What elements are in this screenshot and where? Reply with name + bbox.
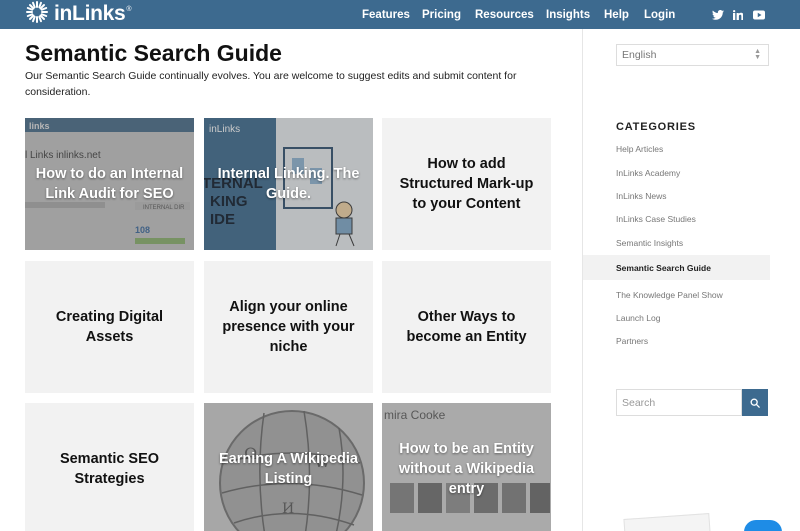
card-wikipedia-listing[interactable]: Ω W И Earning A Wikipedia Listing (204, 403, 373, 531)
card-title: Align your online presence with your nic… (222, 299, 355, 355)
language-select-value: English (622, 49, 657, 61)
logo-text: inLinks (54, 2, 126, 25)
registered-mark: ® (126, 5, 132, 13)
card-title: Other Ways to become an Entity (406, 309, 527, 345)
nav-link[interactable]: Features (362, 9, 410, 21)
nav-link[interactable]: Insights (546, 9, 590, 21)
card-title: Earning A Wikipedia Listing (219, 451, 358, 487)
intro-text: Our Semantic Search Guide continually ev… (25, 70, 517, 98)
card-entity-without-wikipedia[interactable]: mira Cooke How to be an Entity without a… (382, 403, 551, 531)
card-title: Creating Digital Assets (55, 309, 164, 345)
language-select[interactable]: English ▲ ▼ (616, 44, 769, 66)
card-title: Internal Linking. The Guide. (217, 166, 360, 202)
card-align-online-presence[interactable]: Align your online presence with your nic… (204, 261, 373, 393)
sidebar-divider (582, 29, 583, 531)
categories-heading: CATEGORIES (616, 121, 696, 133)
category-inlinks-news[interactable]: InLinks News (616, 191, 667, 201)
card-internal-link-audit[interactable]: links l Links inlinks.net INTERNAL DIR 1… (25, 118, 194, 250)
nav-link[interactable]: Pricing (422, 9, 461, 21)
nav-item-pricing[interactable]: Pricing (422, 0, 461, 29)
search-icon (750, 398, 760, 408)
decorative-paper-image (623, 513, 711, 531)
nav-item-features[interactable]: Features (362, 0, 410, 29)
twitter-icon[interactable] (712, 0, 724, 29)
nav-item-help[interactable]: Help (604, 0, 629, 29)
category-help-articles[interactable]: Help Articles (616, 144, 663, 154)
page-title: Semantic Search Guide (25, 40, 282, 66)
card-structured-markup[interactable]: How to add Structured Mark-up to your Co… (382, 118, 551, 250)
category-semantic-insights[interactable]: Semantic Insights (616, 238, 683, 248)
nav-link[interactable]: Login (644, 9, 675, 21)
category-partners[interactable]: Partners (616, 336, 648, 346)
select-arrows-icon: ▲ ▼ (754, 48, 761, 61)
logo-sunburst-icon (24, 0, 50, 30)
nav-link[interactable]: Resources (475, 9, 534, 21)
youtube-icon[interactable] (753, 0, 765, 29)
card-other-ways-entity[interactable]: Other Ways to become an Entity (382, 261, 551, 393)
nav-item-login[interactable]: Login (644, 0, 675, 29)
top-navigation-bar: inLinks ® Features Pricing Resources Ins… (0, 0, 800, 29)
category-semantic-search-guide[interactable]: Semantic Search Guide (616, 263, 711, 273)
logo[interactable]: inLinks ® (24, 0, 132, 30)
nav-item-resources[interactable]: Resources (475, 0, 534, 29)
category-launch-log[interactable]: Launch Log (616, 313, 660, 323)
card-creating-digital-assets[interactable]: Creating Digital Assets (25, 261, 194, 393)
search-button[interactable] (742, 389, 768, 416)
linkedin-icon[interactable] (733, 0, 743, 29)
card-internal-linking-guide[interactable]: inLinks TERNAL KING IDE Internal Linking… (204, 118, 373, 250)
chat-launcher-button[interactable] (744, 520, 782, 531)
category-inlinks-case-studies[interactable]: InLinks Case Studies (616, 214, 696, 224)
card-title: How to add Structured Mark-up to your Co… (399, 156, 534, 212)
category-inlinks-academy[interactable]: InLinks Academy (616, 168, 680, 178)
card-title: How to be an Entity without a Wikipedia … (398, 441, 535, 497)
card-semantic-seo-strategies[interactable]: Semantic SEO Strategies (25, 403, 194, 531)
sidebar-search-input[interactable]: Search (616, 389, 742, 416)
card-title: Semantic SEO Strategies (59, 451, 160, 487)
card-title: How to do an Internal Link Audit for SEO (35, 166, 184, 202)
nav-link[interactable]: Help (604, 9, 629, 21)
category-knowledge-panel-show[interactable]: The Knowledge Panel Show (616, 290, 723, 300)
nav-item-insights[interactable]: Insights (546, 0, 590, 29)
